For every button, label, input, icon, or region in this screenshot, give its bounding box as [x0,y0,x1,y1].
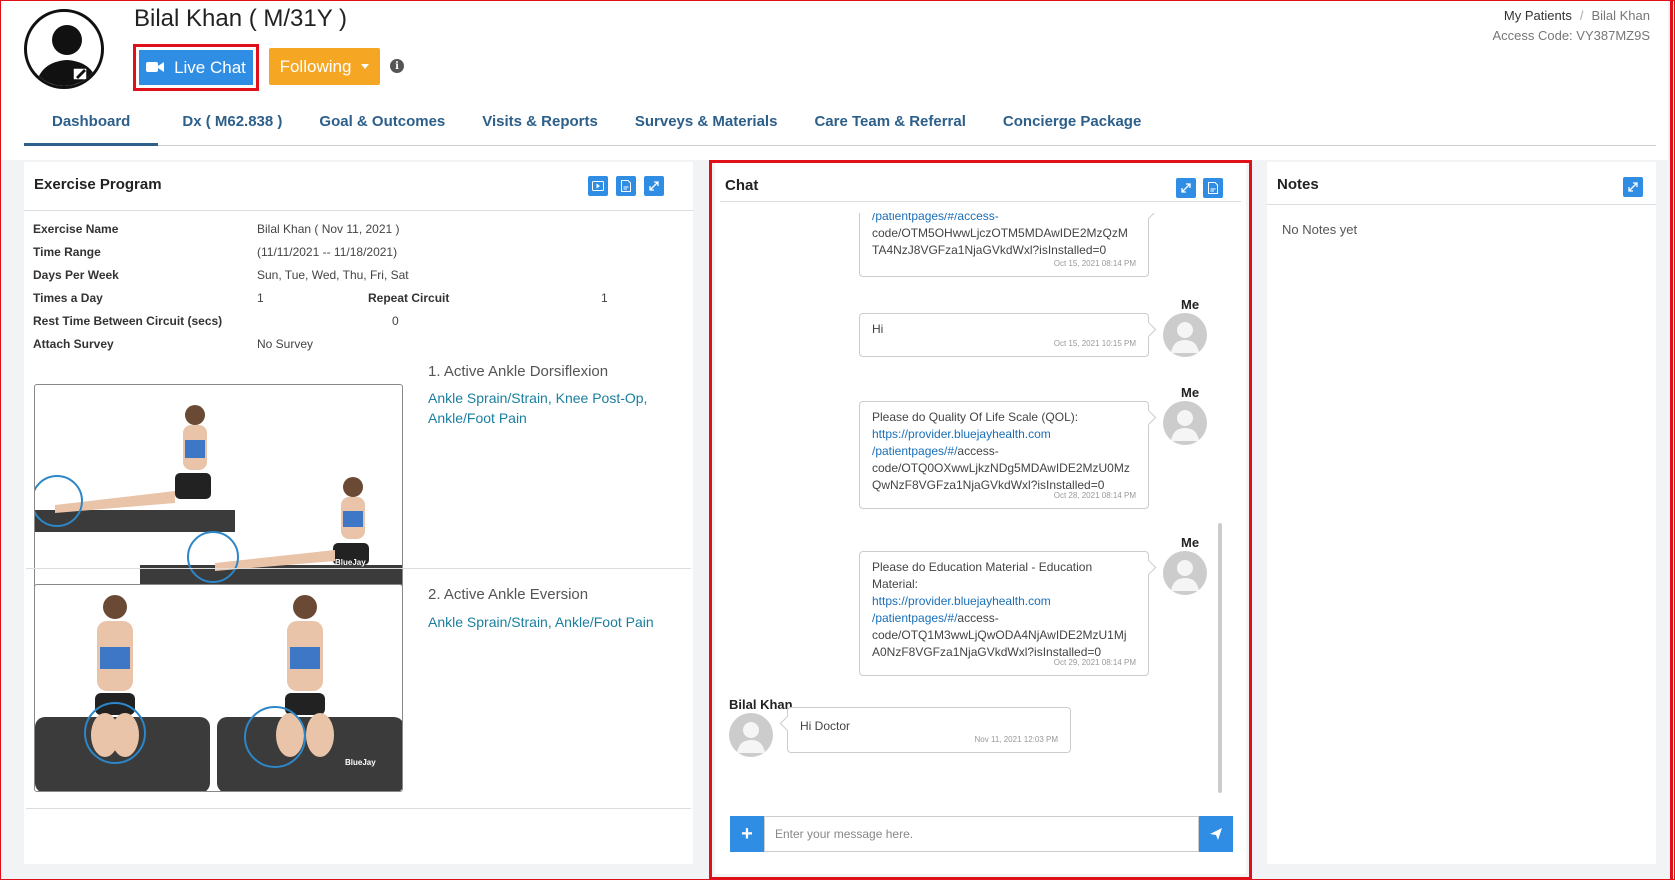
field-value: 0 [392,314,399,328]
expand-icon [649,181,659,191]
breadcrumb-current: Bilal Khan [1591,8,1650,23]
breadcrumb-my-patients[interactable]: My Patients [1504,8,1572,23]
live-chat-button[interactable]: Live Chat [139,50,253,85]
play-icon [592,181,604,191]
chat-highlight [709,160,1252,880]
exercise-name[interactable]: 2. Active Ankle Eversion [428,586,588,603]
field-label: Exercise Name [33,222,119,236]
exercise-tags[interactable]: Ankle Sprain/Strain, Knee Post-Op, Ankle… [428,388,658,428]
field-label: Days Per Week [33,268,119,282]
expand-icon [1628,182,1638,192]
viewport-border-right [1670,0,1673,880]
pdf-icon [621,180,631,192]
exercise-image-dorsiflexion[interactable]: BlueJay [34,384,403,592]
field-value: (11/11/2021 -- 11/18/2021) [257,245,398,259]
item-divider [26,808,691,809]
field-value: Sun, Tue, Wed, Thu, Fri, Sat [257,268,409,282]
field-label: Attach Survey [33,337,114,351]
live-chat-label: Live Chat [174,57,246,77]
notes-panel-title: Notes [1277,176,1319,193]
notes-empty-text: No Notes yet [1282,222,1358,237]
expand-button[interactable] [644,176,664,196]
field-label: Times a Day [33,291,103,305]
tab-bar: Dashboard Dx ( M62.838 ) Goal & Outcomes… [24,108,1656,146]
exercise-name[interactable]: 1. Active Ankle Dorsiflexion [428,363,608,380]
info-icon[interactable]: i [390,59,404,73]
field-value: No Survey [257,337,314,351]
tab-goal-outcomes[interactable]: Goal & Outcomes [319,108,445,146]
patient-header: Bilal Khan ( M/31Y ) Live Chat Following… [0,0,1668,160]
notes-expand-button[interactable] [1623,177,1643,197]
field-value: Bilal Khan ( Nov 11, 2021 ) [257,222,400,236]
breadcrumb: My Patients / Bilal Khan [1503,8,1650,23]
video-camera-icon [146,58,165,78]
patient-avatar[interactable] [24,9,104,89]
pdf-export-button[interactable] [616,176,636,196]
image-watermark: BlueJay [345,758,376,767]
play-video-button[interactable] [588,176,608,196]
live-chat-highlight: Live Chat [133,44,259,91]
following-label: Following [279,56,352,76]
exercise-program-panel: Exercise Program Exercise Name Bilal Khan… [24,162,693,864]
field-label: Repeat Circuit [368,291,450,305]
exercise-panel-title: Exercise Program [34,176,162,193]
field-label: Time Range [33,245,101,259]
tab-dashboard[interactable]: Dashboard [24,108,159,146]
field-value: 1 [601,291,608,305]
panel-divider [1267,204,1656,205]
patient-name: Bilal Khan ( M/31Y ) [134,5,347,32]
exercise-details: Exercise Name Bilal Khan ( Nov 11, 2021 )… [33,222,673,360]
access-code: Access Code: VY387MZ9S [1492,28,1650,43]
panel-divider [24,210,693,211]
field-label: Rest Time Between Circuit (secs) [33,314,223,328]
exercise-image-eversion[interactable]: BlueJay [34,584,403,792]
tab-surveys-materials[interactable]: Surveys & Materials [635,108,778,146]
image-watermark: BlueJay [335,558,366,567]
exercise-tags[interactable]: Ankle Sprain/Strain, Ankle/Foot Pain [428,612,668,632]
item-divider [26,568,691,569]
tab-dx[interactable]: Dx ( M62.838 ) [182,108,282,146]
tab-concierge-package[interactable]: Concierge Package [1003,108,1141,146]
caret-down-icon [361,64,370,69]
notes-panel: Notes No Notes yet [1267,162,1656,864]
following-dropdown-button[interactable]: Following [269,48,380,85]
field-value: 1 [257,291,264,305]
tab-care-team-referral[interactable]: Care Team & Referral [814,108,965,146]
tab-visits-reports[interactable]: Visits & Reports [482,108,598,146]
